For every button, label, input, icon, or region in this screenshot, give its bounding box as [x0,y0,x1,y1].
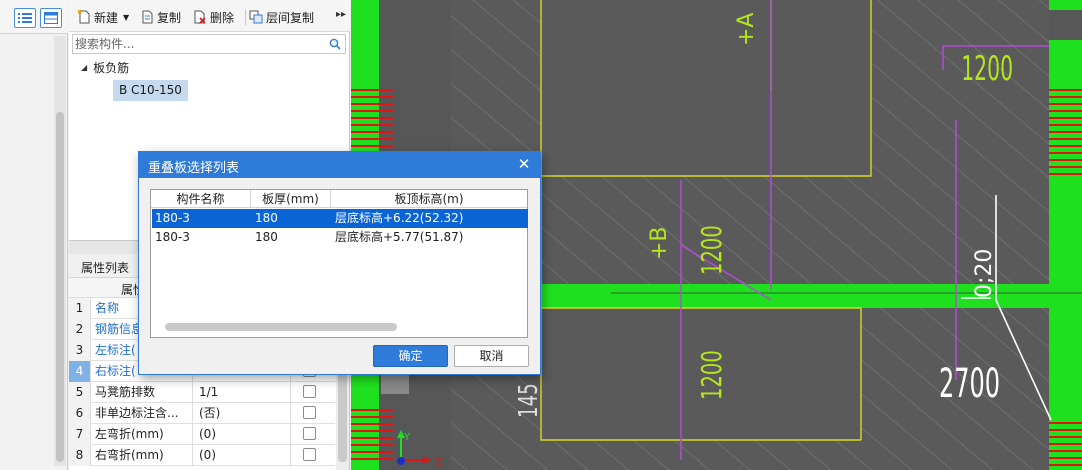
dimension-label-right: 2700 [939,359,1000,406]
new-button[interactable]: 新建 ▼ [77,8,129,26]
slab-elevation-cell: 层底标高+6.22(52.32) [335,211,464,225]
property-row-number: 2 [69,319,91,340]
marker-label-a: +A [734,13,759,46]
copy-button[interactable]: 复制 [141,8,181,26]
marker-label-b: +B [647,226,672,260]
strip-scrollbar-thumb[interactable] [56,112,64,462]
new-dropdown-caret-icon[interactable]: ▼ [123,13,129,22]
property-row[interactable]: 6 非单边标注含... (否) [69,403,335,424]
tree-node-selected-component[interactable]: B C10-150 [113,80,188,101]
tree-collapse-arrow-icon[interactable]: ◢ [81,63,87,72]
component-search-box[interactable] [72,34,346,54]
property-row-number: 1 [69,298,91,319]
delete-icon [194,10,206,24]
property-row[interactable]: 8 右弯折(mm) (0) [69,445,335,466]
property-row-number: 3 [69,340,91,361]
floor-copy-button[interactable]: 层间复制 [249,8,314,26]
property-value[interactable]: (0) [195,424,291,445]
slab-list-row[interactable]: 180-3 180 层底标高+6.22(52.32) [152,209,528,228]
dimension-label-top-right: 1200 [961,48,1013,88]
list-view-button[interactable] [14,8,36,28]
partial-dimension-label: 145 [514,383,544,418]
dimension-label-center: 1200 [696,225,728,275]
property-name: 非单边标注含... [95,403,193,424]
left-side-strip [0,0,68,470]
property-value[interactable]: (0) [195,445,291,466]
tree-node-root[interactable]: ◢ 板负筋 [81,58,129,76]
column-header-name[interactable]: 构件名称 [151,190,251,208]
delete-button-label: 删除 [210,10,235,25]
property-row-number: 5 [69,382,91,403]
toolbar-separator [245,9,246,25]
slab-list: 构件名称 板厚(mm) 板顶标高(m) 180-3 180 层底标高+6.22(52… [150,189,528,338]
dimension-label-lower-center: 1200 [696,350,728,400]
right-green-beam [1049,0,1082,470]
slab-thickness-cell: 180 [255,230,278,244]
right-beam-gap [1049,10,1082,40]
property-checkbox[interactable] [303,448,316,461]
slab-elevation-cell: 层底标高+5.77(51.87) [335,230,464,244]
property-row-number: 4 [69,361,91,382]
component-search-input[interactable] [75,36,325,52]
slab-name-cell: 180-3 [155,211,190,225]
ok-button[interactable]: 确定 [373,345,448,367]
property-checkbox[interactable] [303,427,316,440]
new-button-label: 新建 [94,10,119,25]
column-header-thickness[interactable]: 板厚(mm) [251,190,331,208]
y-axis-label: Y [403,432,411,443]
column-header-elevation[interactable]: 板顶标高(m) [331,190,527,208]
property-checkbox[interactable] [303,406,316,419]
property-name: 马凳筋排数 [95,382,193,403]
copy-icon [142,10,153,24]
property-name: 左弯折(mm) [95,424,193,445]
table-view-icon [44,12,58,24]
property-row[interactable]: 5 马凳筋排数 1/1 [69,382,335,403]
close-icon[interactable]: ✕ [516,155,532,173]
x-axis-label: X [435,457,442,468]
tree-root-label: 板负筋 [93,60,130,75]
property-checkbox[interactable] [303,385,316,398]
angle-label: 0;20 [972,249,997,298]
slab-thickness-cell: 180 [255,211,278,225]
slab-list-header: 构件名称 板厚(mm) 板顶标高(m) [151,190,527,208]
slab-name-cell: 180-3 [155,230,190,244]
search-icon[interactable] [329,38,341,50]
property-panel-title: 属性列表 [81,261,130,275]
list-view-icon [18,13,32,23]
component-toolbar: 新建 ▼ 复制 删除 层间复制 ▸▸ [69,0,350,32]
cancel-button[interactable]: 取消 [454,345,529,367]
new-file-icon [77,10,90,24]
property-row-number: 6 [69,403,91,424]
dialog-title: 重叠板选择列表 [148,161,240,176]
floor-copy-button-label: 层间复制 [266,10,315,25]
table-view-button[interactable] [40,8,62,28]
column-marker [381,374,409,394]
slab-list-horizontal-scrollbar[interactable] [165,323,397,331]
property-value[interactable]: (否) [195,403,291,424]
property-value[interactable]: 1/1 [195,382,291,403]
view-toggle-bar [0,0,68,34]
property-row[interactable]: 7 左弯折(mm) (0) [69,424,335,445]
slab-plain-region [541,0,871,175]
slab-list-row[interactable]: 180-3 180 层底标高+5.77(51.87) [152,228,528,247]
property-name: 右弯折(mm) [95,445,193,466]
property-row-number: 8 [69,445,91,466]
delete-button[interactable]: 删除 [193,8,234,26]
dialog-titlebar[interactable]: 重叠板选择列表 ✕ [139,152,540,178]
overlap-slab-dialog: 重叠板选择列表 ✕ 构件名称 板厚(mm) 板顶标高(m) 180-3 180 层底… [138,151,541,375]
property-row-number: 7 [69,424,91,445]
toolbar-overflow-icon[interactable]: ▸▸ [336,9,346,20]
floor-copy-icon [249,10,263,24]
copy-button-label: 复制 [157,10,182,25]
